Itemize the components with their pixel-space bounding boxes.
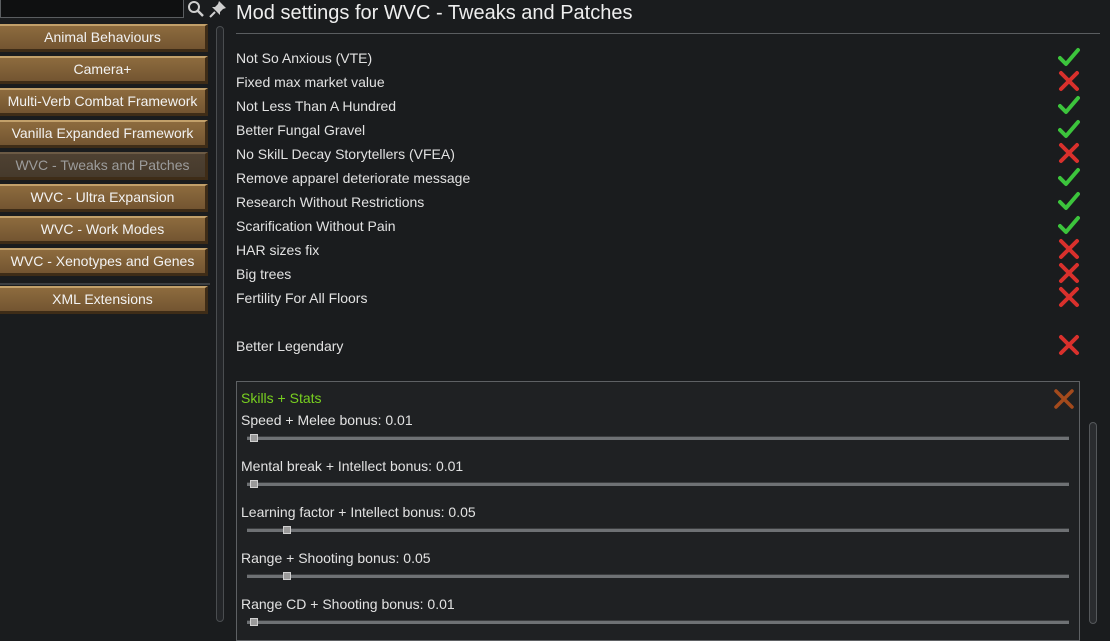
mod-search-input[interactable]: [0, 0, 184, 18]
setting-row[interactable]: Fertility For All Floors: [236, 286, 1086, 310]
setting-label: Remove apparel deteriorate message: [236, 170, 471, 186]
slider-track[interactable]: [247, 436, 1069, 440]
setting-row[interactable]: Not Less Than A Hundred: [236, 94, 1086, 118]
slider-label: Range CD + Shooting bonus: 0.01: [241, 596, 455, 612]
setting-label: Not So Anxious (VTE): [236, 50, 373, 66]
group-close-icon[interactable]: [1053, 388, 1075, 410]
cross-icon[interactable]: [1058, 142, 1080, 164]
checkmark-icon[interactable]: [1058, 190, 1080, 212]
slider-handle[interactable]: [250, 434, 258, 442]
sidebar-scrollbar[interactable]: [216, 26, 224, 622]
slider-label: Range + Shooting bonus: 0.05: [241, 550, 431, 566]
mod-button-xml-extensions[interactable]: XML Extensions: [0, 286, 208, 314]
title-divider: [236, 33, 1100, 34]
setting-row[interactable]: Fixed max market value: [236, 70, 1086, 94]
slider-track[interactable]: [247, 482, 1069, 486]
slider-handle[interactable]: [250, 480, 258, 488]
search-icon[interactable]: [187, 0, 205, 18]
mod-button-camera-plus[interactable]: Camera+: [0, 56, 208, 84]
page-title: Mod settings for WVC - Tweaks and Patche…: [236, 2, 633, 24]
cross-icon[interactable]: [1058, 334, 1080, 356]
slider-track[interactable]: [247, 620, 1069, 624]
slider-track[interactable]: [247, 528, 1069, 532]
setting-row[interactable]: HAR sizes fix: [236, 238, 1086, 262]
skills-stats-group: Skills + Stats Speed + Melee bonus: 0.01…: [236, 381, 1080, 641]
setting-label: Fixed max market value: [236, 74, 385, 90]
setting-label: No SkilL Decay Storytellers (VFEA): [236, 146, 455, 162]
pin-icon[interactable]: [209, 0, 227, 18]
mod-button-vanilla-expanded-framework[interactable]: Vanilla Expanded Framework: [0, 120, 208, 148]
main-scrollbar[interactable]: [1089, 422, 1097, 624]
cross-icon[interactable]: [1058, 238, 1080, 260]
slider-label: Speed + Melee bonus: 0.01: [241, 412, 413, 428]
checkmark-icon[interactable]: [1058, 214, 1080, 236]
cross-icon[interactable]: [1058, 286, 1080, 308]
slider-handle[interactable]: [283, 526, 291, 534]
setting-row[interactable]: Better Fungal Gravel: [236, 118, 1086, 142]
cross-icon[interactable]: [1058, 262, 1080, 284]
slider-handle[interactable]: [250, 618, 258, 626]
slider-handle[interactable]: [283, 572, 291, 580]
setting-row[interactable]: No SkilL Decay Storytellers (VFEA): [236, 142, 1086, 166]
setting-row[interactable]: Scarification Without Pain: [236, 214, 1086, 238]
mod-button-animal-behaviours[interactable]: Animal Behaviours: [0, 24, 208, 52]
mod-button-wvc-xenotypes-and-genes[interactable]: WVC - Xenotypes and Genes: [0, 248, 208, 276]
mod-button-wvc-work-modes[interactable]: WVC - Work Modes: [0, 216, 208, 244]
setting-row[interactable]: Research Without Restrictions: [236, 190, 1086, 214]
setting-label: Big trees: [236, 266, 292, 282]
checkmark-icon[interactable]: [1058, 118, 1080, 140]
setting-row[interactable]: Big trees: [236, 262, 1086, 286]
mod-button-wvc-ultra-expansion[interactable]: WVC - Ultra Expansion: [0, 184, 208, 212]
checkmark-icon[interactable]: [1058, 46, 1080, 68]
setting-row[interactable]: Better Legendary: [236, 334, 1086, 358]
cross-icon[interactable]: [1058, 70, 1080, 92]
slider-label: Learning factor + Intellect bonus: 0.05: [241, 504, 476, 520]
checkmark-icon[interactable]: [1058, 94, 1080, 116]
mod-button-wvc-tweaks-and-patches[interactable]: WVC - Tweaks and Patches: [0, 152, 208, 180]
sidebar-divider: [0, 283, 210, 285]
setting-label: Scarification Without Pain: [236, 218, 396, 234]
slider-track[interactable]: [247, 574, 1069, 578]
slider-label: Mental break + Intellect bonus: 0.01: [241, 458, 464, 474]
checkmark-icon[interactable]: [1058, 166, 1080, 188]
setting-row[interactable]: Remove apparel deteriorate message: [236, 166, 1086, 190]
group-title: Skills + Stats: [241, 390, 322, 406]
setting-label: HAR sizes fix: [236, 242, 320, 258]
setting-label: Not Less Than A Hundred: [236, 98, 397, 114]
setting-label: Research Without Restrictions: [236, 194, 425, 210]
setting-row[interactable]: Not So Anxious (VTE): [236, 46, 1086, 70]
setting-label: Fertility For All Floors: [236, 290, 368, 306]
mod-button-multi-verb-combat[interactable]: Multi-Verb Combat Framework: [0, 88, 208, 116]
setting-label: Better Legendary: [236, 338, 344, 354]
setting-label: Better Fungal Gravel: [236, 122, 366, 138]
